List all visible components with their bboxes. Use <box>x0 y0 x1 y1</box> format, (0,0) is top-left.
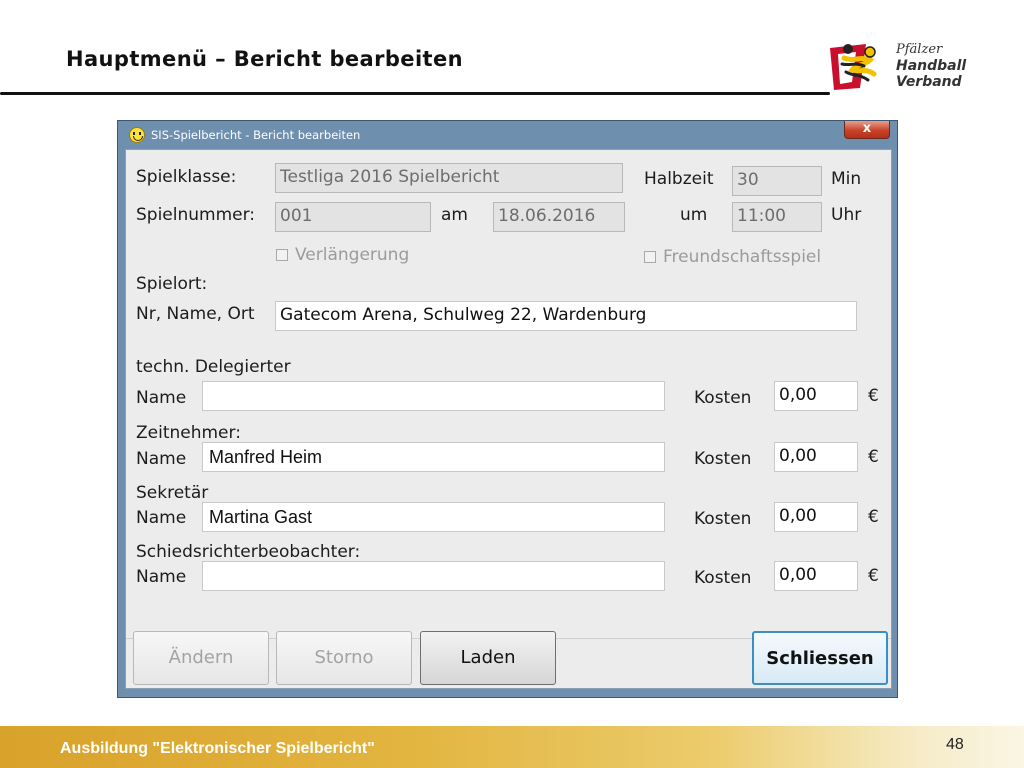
logo-text: Pfälzer Handball Verband <box>896 42 966 90</box>
kosten-label: Kosten <box>694 449 752 469</box>
bericht-bearbeiten-window: SIS-Spielbericht - Bericht bearbeiten x … <box>117 120 898 698</box>
sekretaer-kosten-input[interactable]: 0,00 <box>774 502 858 532</box>
official-name-label: Name <box>136 508 187 528</box>
schiedsrichterbeobachter-kosten-input[interactable]: 0,00 <box>774 561 858 591</box>
uhr-label: Uhr <box>831 205 862 225</box>
schliessen-button[interactable]: Schliessen <box>752 631 888 685</box>
smiley-app-icon <box>129 127 145 143</box>
handball-player-logo-icon <box>830 44 877 90</box>
window-client-area: Spielklasse: Testliga 2016 Spielbericht … <box>125 149 892 689</box>
kosten-label: Kosten <box>694 509 752 529</box>
official-name-label: Name <box>136 388 187 408</box>
slide-title: Hauptmenü – Bericht bearbeiten <box>66 47 463 71</box>
currency-euro-label: € <box>868 386 879 406</box>
schiedsrichterbeobachter-name-input[interactable] <box>202 561 665 591</box>
sekretaer-name-input[interactable]: Martina Gast <box>202 502 665 532</box>
spielklasse-field: Testliga 2016 Spielbericht <box>275 163 623 193</box>
currency-euro-label: € <box>868 447 879 467</box>
spielort-label: Spielort: <box>136 274 208 294</box>
time-field: 11:00 <box>732 202 822 232</box>
spielnummer-label: Spielnummer: <box>136 205 256 225</box>
window-title: SIS-Spielbericht - Bericht bearbeiten <box>151 128 361 142</box>
freundschaftsspiel-label: Freundschaftsspiel <box>663 247 822 267</box>
official-heading-schiedsrichterbeobachter: Schiedsrichterbeobachter: <box>136 542 361 562</box>
delegierter-kosten-input[interactable]: 0,00 <box>774 381 858 411</box>
freundschaftsspiel-checkbox-box[interactable] <box>644 251 656 263</box>
kosten-label: Kosten <box>694 388 752 408</box>
title-divider <box>0 92 830 95</box>
um-label: um <box>680 205 708 225</box>
logo-line-2: Handball <box>896 58 967 74</box>
delegierter-name-input[interactable] <box>202 381 665 411</box>
official-heading-zeitnehmer: Zeitnehmer: <box>136 423 241 443</box>
spielnummer-field: 001 <box>275 202 431 232</box>
zeitnehmer-kosten-input[interactable]: 0,00 <box>774 442 858 472</box>
date-field: 18.06.2016 <box>493 202 625 232</box>
verlaengerung-checkbox[interactable]: Verlängerung <box>276 245 409 265</box>
aendern-button[interactable]: Ändern <box>133 631 269 685</box>
am-label: am <box>441 205 468 225</box>
window-close-button[interactable]: x <box>844 121 890 139</box>
verlaengerung-label: Verlängerung <box>295 245 410 265</box>
laden-button[interactable]: Laden <box>420 631 556 685</box>
spielort-input[interactable]: Gatecom Arena, Schulweg 22, Wardenburg <box>275 301 857 331</box>
min-label: Min <box>831 169 862 189</box>
halbzeit-label: Halbzeit <box>644 169 714 189</box>
logo-line-3: Verband <box>896 74 962 90</box>
spielklasse-label: Spielklasse: <box>136 167 237 187</box>
currency-euro-label: € <box>868 566 879 586</box>
zeitnehmer-name-input[interactable]: Manfred Heim <box>202 442 665 472</box>
page-number: 48 <box>946 736 964 753</box>
window-titlebar[interactable]: SIS-Spielbericht - Bericht bearbeiten x <box>125 121 890 149</box>
freundschaftsspiel-checkbox[interactable]: Freundschaftsspiel <box>644 247 821 267</box>
logo-line-1: Pfälzer <box>896 42 943 57</box>
slide-footer: Ausbildung "Elektronischer Spielbericht"… <box>0 726 1024 768</box>
official-heading-sekretaer: Sekretär <box>136 483 209 503</box>
halbzeit-field: 30 <box>732 166 822 196</box>
pfaelzer-handball-verband-logo: Pfälzer Handball Verband <box>826 38 986 94</box>
official-name-label: Name <box>136 567 187 587</box>
currency-euro-label: € <box>868 507 879 527</box>
official-name-label: Name <box>136 449 187 469</box>
footer-text: Ausbildung "Elektronischer Spielbericht" <box>60 740 375 757</box>
storno-button[interactable]: Storno <box>276 631 412 685</box>
official-heading-delegierter: techn. Delegierter <box>136 357 291 377</box>
verlaengerung-checkbox-box[interactable] <box>276 249 288 261</box>
ort-label: Nr, Name, Ort <box>136 304 255 324</box>
kosten-label: Kosten <box>694 568 752 588</box>
